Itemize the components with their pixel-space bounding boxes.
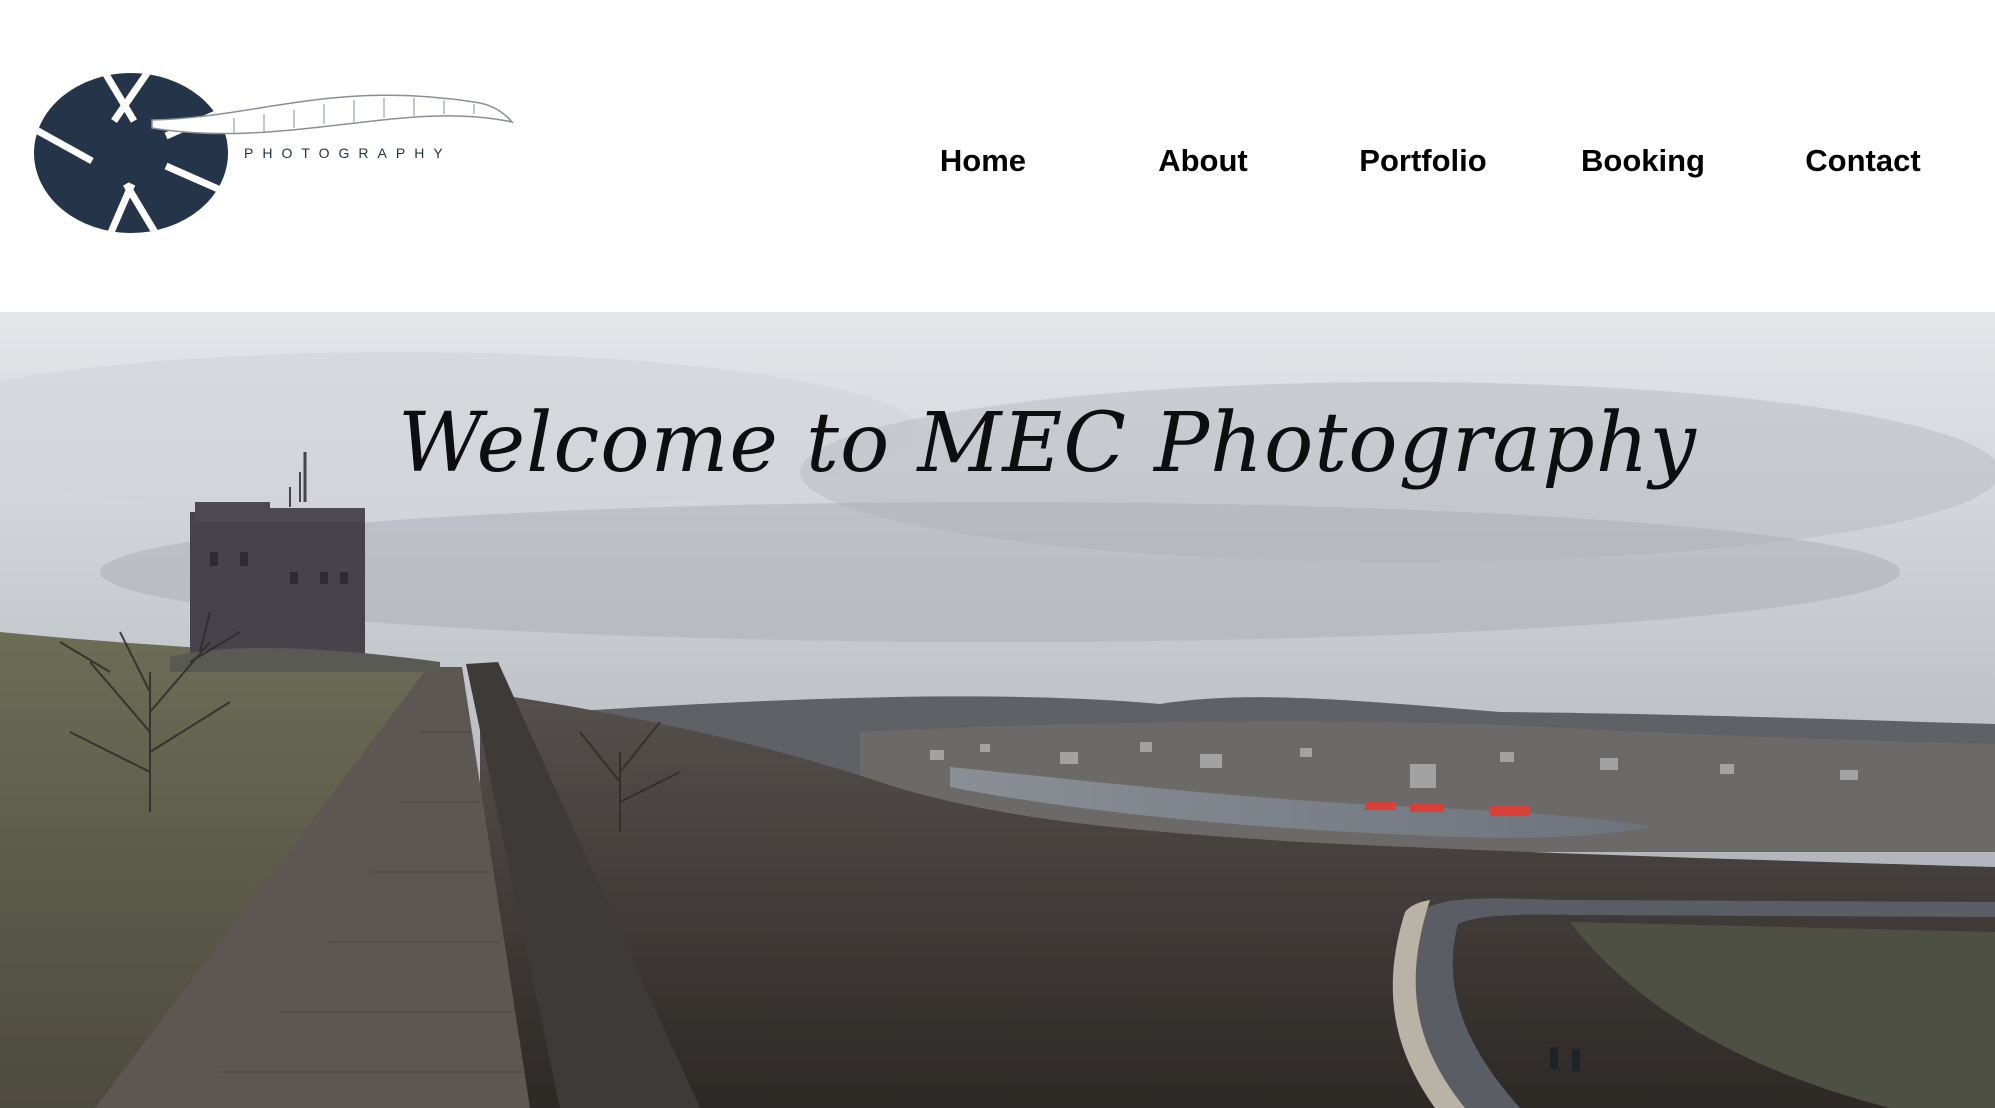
- hero-welcome-title: Welcome to MEC Photography: [398, 396, 1697, 491]
- hero-section: Welcome to MEC Photography: [0, 312, 1995, 1108]
- nav-home[interactable]: Home: [873, 140, 1093, 182]
- nav-booking[interactable]: Booking: [1533, 140, 1753, 182]
- nav-about[interactable]: About: [1093, 140, 1313, 182]
- nav-contact[interactable]: Contact: [1753, 140, 1973, 182]
- site-header: MEC PHOTOGRAPHY Home About Portfolio Boo…: [0, 0, 1995, 312]
- main-nav: Home About Portfolio Booking Contact: [0, 140, 1995, 182]
- nav-portfolio[interactable]: Portfolio: [1313, 140, 1533, 182]
